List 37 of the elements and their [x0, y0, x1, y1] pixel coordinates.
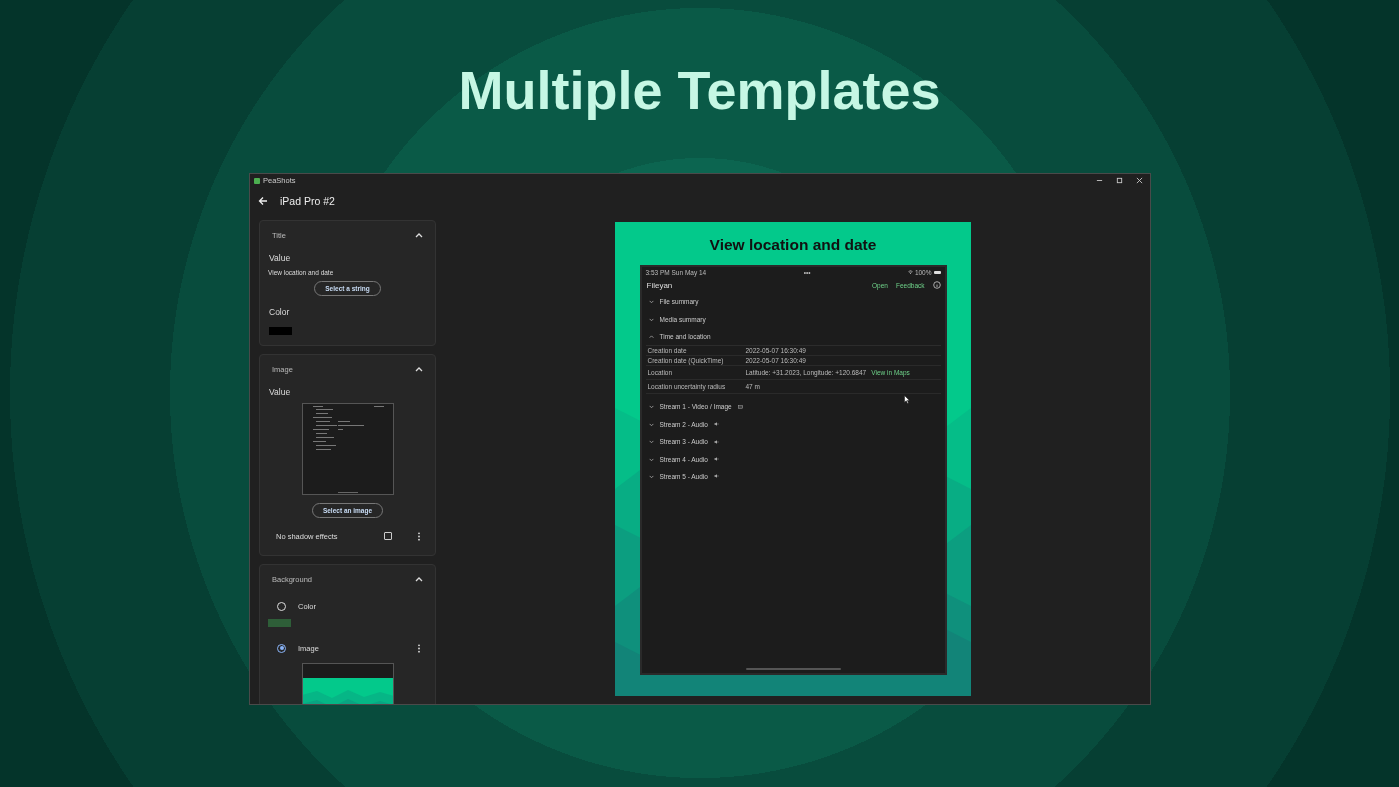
app-title: Fileyan — [645, 280, 674, 290]
checkbox[interactable] — [384, 532, 392, 540]
more-options-icon[interactable] — [417, 643, 421, 653]
info-icon[interactable] — [932, 281, 941, 289]
collapse-chevron-icon[interactable] — [415, 231, 423, 239]
field-label: Value — [269, 387, 292, 397]
wifi-icon — [907, 269, 913, 275]
battery-icon — [933, 270, 941, 274]
headline: Multiple Templates — [458, 59, 941, 122]
field-label: Color — [269, 307, 291, 317]
more-options-icon[interactable] — [417, 531, 421, 541]
chevron-icon[interactable] — [648, 299, 654, 305]
close-icon[interactable] — [1136, 177, 1143, 184]
chevron-icon[interactable] — [648, 456, 654, 462]
chevron-icon[interactable] — [648, 404, 654, 410]
color-swatch[interactable] — [269, 327, 292, 335]
collapse-chevron-icon[interactable] — [415, 575, 423, 583]
film-icon — [737, 404, 743, 409]
chevron-icon[interactable] — [648, 333, 654, 339]
page-title: iPad Pro #2 — [280, 194, 335, 207]
chevron-icon[interactable] — [648, 421, 654, 427]
app-icon — [254, 177, 260, 184]
back-arrow-icon[interactable] — [258, 195, 268, 206]
maximize-icon[interactable] — [1116, 177, 1123, 184]
preview-title: View location and date — [709, 236, 877, 254]
minimize-icon[interactable] — [1096, 177, 1103, 184]
speaker-icon — [713, 422, 719, 427]
field-label: Value — [269, 253, 292, 263]
color-swatch[interactable] — [268, 619, 291, 627]
speaker-icon — [713, 457, 719, 462]
speaker-icon — [713, 474, 719, 479]
mouse-cursor-icon — [903, 395, 910, 404]
collapse-chevron-icon[interactable] — [415, 365, 423, 373]
chevron-icon[interactable] — [648, 316, 654, 322]
chevron-icon[interactable] — [648, 473, 654, 479]
speaker-icon — [713, 439, 719, 444]
chevron-icon[interactable] — [648, 439, 654, 445]
